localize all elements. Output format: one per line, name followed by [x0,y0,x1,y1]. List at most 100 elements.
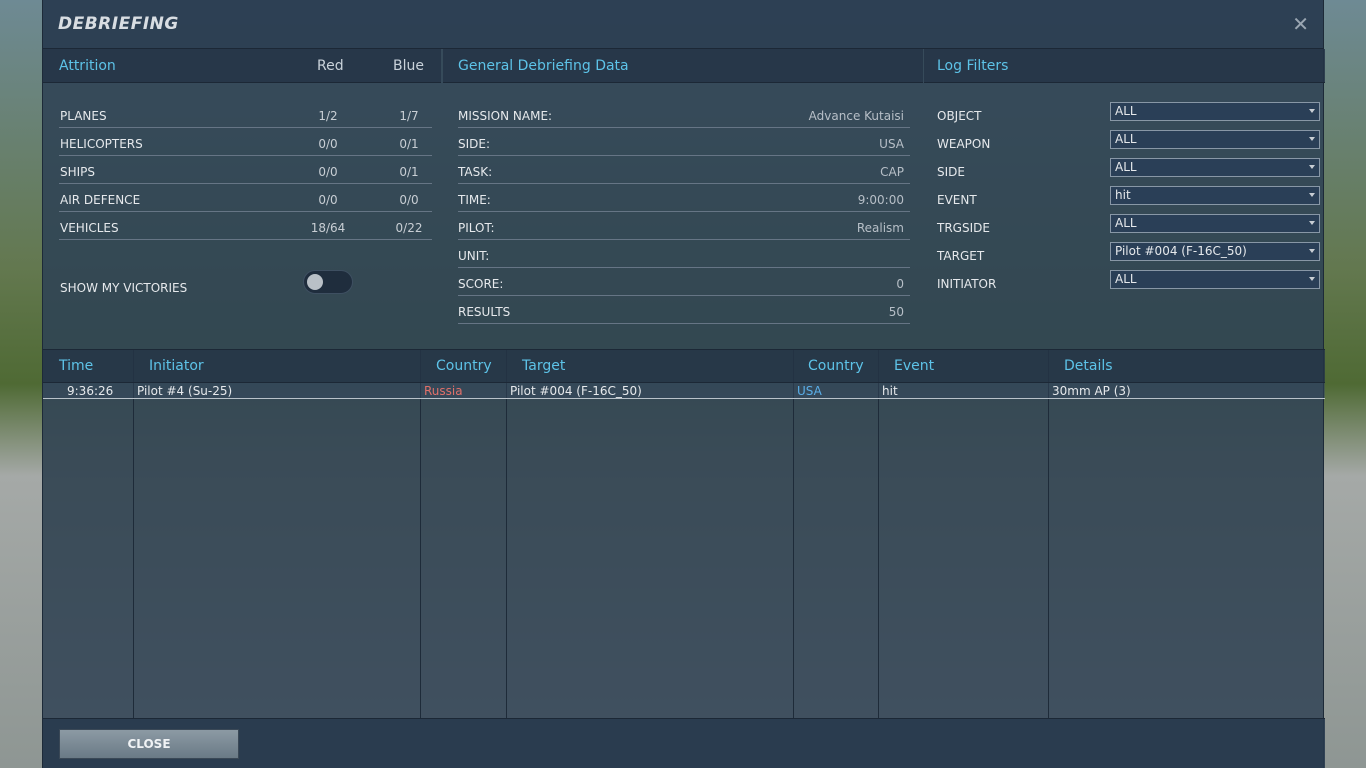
background-scenery-left [0,0,42,768]
filter-selected-value: ALL [1115,160,1137,174]
filter-label: SIDE [937,165,965,179]
attrition-rows: PLANES 1/2 1/7 HELICOPTERS 0/0 0/1 SHIPS… [43,100,441,240]
red-column-header: Red [317,57,344,74]
column-header-target[interactable]: Target [522,358,565,374]
close-button[interactable]: CLOSE [59,729,239,759]
attrition-blue-value: 0/1 [399,165,419,179]
filter-selected-value: ALL [1115,104,1137,118]
side-filter-select[interactable]: ALL [1110,158,1320,177]
filter-row-initiator: INITIATOR ALL [937,268,1325,296]
column-divider [420,350,421,718]
initiator-filter-select[interactable]: ALL [1110,270,1320,289]
general-value: USA [879,137,904,151]
general-rows: MISSION NAME: Advance Kutaisi SIDE: USA … [443,100,923,324]
toggle-knob [307,274,323,290]
cell-country: Russia [424,384,463,398]
target-filter-select[interactable]: Pilot #004 (F-16C_50) [1110,242,1320,261]
general-label: RESULTS [458,305,511,319]
attrition-header: Attrition Red Blue [43,49,441,83]
attrition-red-value: 18/64 [310,221,346,235]
column-header-details[interactable]: Details [1064,358,1113,374]
general-row-unit: UNIT: [458,240,910,268]
general-value: Realism [856,221,904,235]
general-value: 50 [888,305,904,319]
attrition-label: PLANES [60,109,107,123]
show-victories-toggle[interactable] [303,270,353,294]
filter-row-side: SIDE ALL [937,156,1325,184]
chevron-down-icon [1309,193,1315,197]
filter-label: TARGET [937,249,985,263]
column-header-time[interactable]: Time [59,358,93,374]
chevron-down-icon [1309,137,1315,141]
filter-rows: OBJECT ALL WEAPON ALL SIDE ALL EVENT hit… [924,100,1325,296]
general-row-side: SIDE: USA [458,128,910,156]
attrition-blue-value: 0/1 [399,137,419,151]
chevron-down-icon [1309,221,1315,225]
chevron-down-icon [1309,249,1315,253]
title-bar: DEBRIEFING ✕ [43,0,1323,49]
column-divider [1048,350,1049,718]
cell-event: hit [882,384,898,398]
filter-row-event: EVENT hit [937,184,1325,212]
trgside-filter-select[interactable]: ALL [1110,214,1320,233]
event-log-table: Time Initiator Country Target Country Ev… [43,349,1325,718]
filter-row-trgside: TRGSIDE ALL [937,212,1325,240]
general-panel: General Debriefing Data MISSION NAME: Ad… [443,49,923,324]
attrition-blue-value: 0/0 [399,193,419,207]
attrition-red-value: 0/0 [318,137,338,151]
attrition-red-value: 0/0 [318,165,338,179]
general-label: SIDE: [458,137,491,151]
attrition-row-helicopters: HELICOPTERS 0/0 0/1 [59,128,432,156]
attrition-panel: Attrition Red Blue PLANES 1/2 1/7 HELICO… [43,49,441,295]
general-row-results: RESULTS 50 [458,296,910,324]
filter-label: INITIATOR [937,277,997,291]
close-icon[interactable]: ✕ [1292,12,1309,36]
column-header-country[interactable]: Country [436,358,492,374]
table-row[interactable]: 9:36:26 Pilot #4 (Su-25) Russia Pilot #0… [43,383,1325,399]
general-label: TASK: [458,165,493,179]
show-victories-label: SHOW MY VICTORIES [60,281,188,295]
column-divider [878,350,879,718]
filter-label: EVENT [937,193,977,207]
general-label: UNIT: [458,249,490,263]
filter-row-object: OBJECT ALL [937,100,1325,128]
attrition-title: Attrition [59,57,116,74]
column-divider [133,350,134,718]
attrition-label: SHIPS [60,165,96,179]
filter-label: WEAPON [937,137,991,151]
attrition-label: VEHICLES [60,221,119,235]
attrition-row-ships: SHIPS 0/0 0/1 [59,156,432,184]
general-row-time: TIME: 9:00:00 [458,184,910,212]
general-title: General Debriefing Data [458,57,629,74]
attrition-blue-value: 1/7 [399,109,419,123]
background-scenery-right [1324,0,1366,768]
blue-column-header: Blue [393,57,424,74]
general-value: Advance Kutaisi [808,109,904,123]
attrition-label: AIR DEFENCE [60,193,141,207]
column-header-event[interactable]: Event [894,358,934,374]
column-divider [793,350,794,718]
attrition-label: HELICOPTERS [60,137,143,151]
event-filter-select[interactable]: hit [1110,186,1320,205]
cell-target-country: USA [797,384,822,398]
filter-label: TRGSIDE [937,221,990,235]
attrition-red-value: 0/0 [318,193,338,207]
general-header: General Debriefing Data [443,49,923,83]
debriefing-window: DEBRIEFING ✕ Attrition Red Blue PLANES 1… [42,0,1325,768]
log-header-row: Time Initiator Country Target Country Ev… [43,350,1325,383]
column-header-initiator[interactable]: Initiator [149,358,204,374]
chevron-down-icon [1309,277,1315,281]
filter-row-target: TARGET Pilot #004 (F-16C_50) [937,240,1325,268]
object-filter-select[interactable]: ALL [1110,102,1320,121]
column-header-target-country[interactable]: Country [808,358,864,374]
general-label: MISSION NAME: [458,109,553,123]
cell-details: 30mm AP (3) [1052,384,1131,398]
filter-selected-value: ALL [1115,132,1137,146]
filter-selected-value: ALL [1115,272,1137,286]
general-value: 9:00:00 [857,193,904,207]
attrition-row-vehicles: VEHICLES 18/64 0/22 [59,212,432,240]
attrition-row-air-defence: AIR DEFENCE 0/0 0/0 [59,184,432,212]
general-row-mission-name: MISSION NAME: Advance Kutaisi [458,100,910,128]
summary-area: Attrition Red Blue PLANES 1/2 1/7 HELICO… [43,49,1325,349]
weapon-filter-select[interactable]: ALL [1110,130,1320,149]
